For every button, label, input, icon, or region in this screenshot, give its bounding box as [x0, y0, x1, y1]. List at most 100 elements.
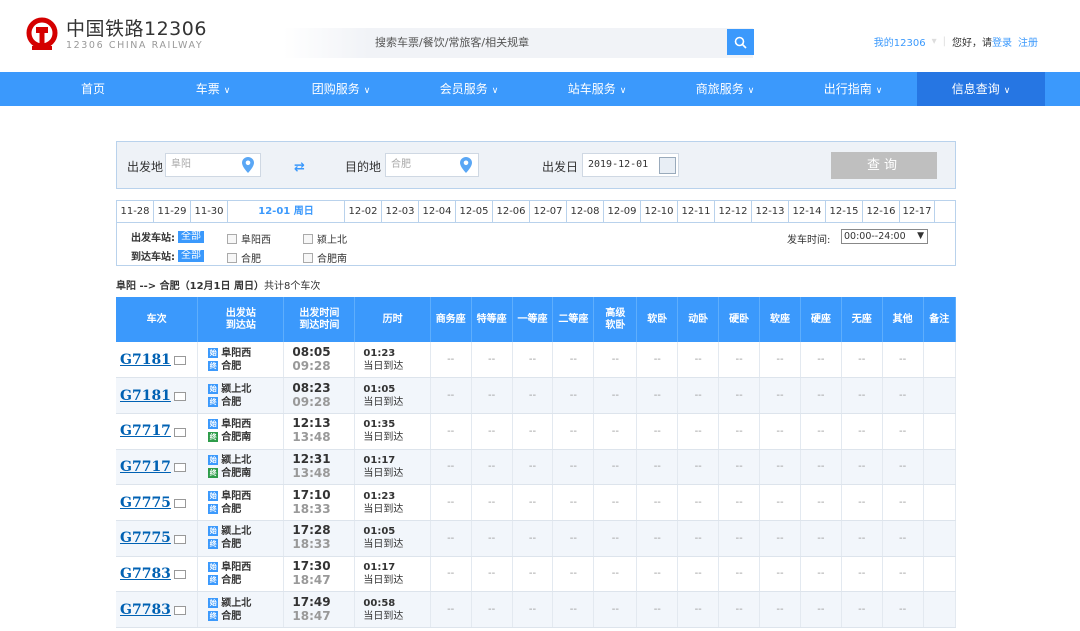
filter-option-from-1[interactable]: 颍上北 — [297, 231, 347, 246]
divider: | — [942, 36, 946, 47]
date-tab[interactable]: 12-07 — [530, 201, 567, 223]
option-label: 合肥南 — [317, 254, 347, 265]
date-tab[interactable]: 12-10 — [641, 201, 678, 223]
filter-option-from-0[interactable]: 阜阳西 — [221, 231, 271, 246]
checkbox[interactable] — [227, 252, 237, 263]
seat-cell: -- — [552, 449, 595, 486]
from-all-tag[interactable]: 全部 — [178, 230, 204, 243]
nav-item-tickets[interactable]: 车票 ∨ — [149, 72, 277, 106]
checkbox[interactable] — [303, 233, 313, 244]
seat-availability: -- — [447, 390, 455, 402]
arrival-day: 当日到达 — [363, 610, 404, 622]
seat-availability: -- — [487, 604, 496, 616]
duration: 01:23 — [363, 490, 396, 502]
seat-availability: -- — [447, 497, 455, 509]
arrival-day: 当日到达 — [363, 539, 404, 551]
train-number-cell: G7775 — [116, 484, 199, 521]
seat-cell: -- — [471, 556, 513, 593]
from-station-input[interactable]: 阜阳 — [165, 153, 261, 177]
nav-item-station[interactable]: 站车服务 ∨ — [533, 72, 661, 106]
date-tab[interactable]: 11-28 — [117, 201, 154, 223]
to-station-input[interactable]: 合肥 — [385, 153, 479, 177]
date-tab[interactable]: 12-02 — [345, 201, 382, 223]
checkbox[interactable] — [227, 233, 237, 244]
seat-availability: -- — [776, 497, 784, 509]
seat-availability: -- — [569, 604, 577, 616]
date-tab[interactable]: 12-14 — [789, 201, 826, 223]
arrival-day: 当日到达 — [363, 432, 404, 444]
arrival-day: 当日到达 — [363, 360, 404, 372]
train-number-link[interactable]: G7181 — [120, 388, 171, 404]
station-icon: 终 — [208, 574, 219, 585]
option-label: 阜阳西 — [241, 235, 271, 246]
register-link[interactable]: 注册 — [1018, 34, 1038, 49]
date-tab[interactable]: 12-13 — [752, 201, 789, 223]
date-tab[interactable]: 12-12 — [715, 201, 752, 223]
date-tab[interactable]: 12-09 — [604, 201, 641, 223]
seat-availability: -- — [817, 461, 825, 473]
nav-item-home[interactable]: 首页 — [29, 72, 157, 106]
filter-option-to-1[interactable]: 合肥南 — [297, 250, 347, 265]
date-tab[interactable]: 12-01 周日 — [228, 201, 345, 223]
train-number-link[interactable]: G7181 — [120, 352, 171, 368]
date-tab[interactable]: 12-15 — [826, 201, 863, 223]
column-header[interactable]: 历时 — [354, 297, 431, 342]
date-tab[interactable]: 12-03 — [382, 201, 419, 223]
seat-cell: -- — [636, 591, 679, 628]
to-all-tag[interactable]: 全部 — [178, 249, 204, 262]
nav-item-business[interactable]: 商旅服务 ∨ — [661, 72, 789, 106]
duration-cell: 01:23 当日到达 — [354, 484, 431, 521]
nav-item-guide[interactable]: 出行指南 ∨ — [789, 72, 917, 106]
seat-cell: -- — [593, 520, 638, 557]
seat-cell: -- — [430, 591, 472, 628]
train-number-link[interactable]: G7775 — [120, 495, 171, 511]
seat-cell: -- — [841, 556, 883, 593]
date-tab[interactable]: 12-06 — [493, 201, 530, 223]
duration: 00:58 — [363, 597, 396, 609]
calendar-icon[interactable] — [659, 157, 676, 174]
search-input[interactable] — [365, 29, 727, 55]
seat-availability: -- — [694, 425, 702, 437]
swap-icon[interactable]: ⇄ — [294, 160, 305, 175]
chevron-down-icon: ∨ — [619, 86, 627, 96]
seat-availability: -- — [447, 532, 455, 544]
seat-cell: -- — [759, 520, 801, 557]
date-tab[interactable]: 11-29 — [154, 201, 191, 223]
column-header[interactable]: 出发时间 到达时间 — [283, 297, 356, 342]
my-12306-link[interactable]: 我的12306 — [874, 34, 926, 49]
date-tab[interactable]: 12-04 — [419, 201, 456, 223]
seat-cell: -- — [593, 556, 638, 593]
train-number-link[interactable]: G7775 — [120, 530, 171, 546]
date-tab[interactable]: 12-11 — [678, 201, 715, 223]
nav-item-info[interactable]: 信息查询 ∨ — [917, 72, 1045, 106]
train-number-link[interactable]: G7783 — [120, 602, 171, 618]
station-icon: 始 — [208, 454, 219, 465]
filter-option-to-0[interactable]: 合肥 — [221, 250, 261, 265]
date-tab[interactable]: 12-05 — [456, 201, 493, 223]
seat-availability: -- — [817, 354, 825, 366]
nav-item-member[interactable]: 会员服务 ∨ — [405, 72, 533, 106]
seat-availability: -- — [611, 497, 619, 509]
date-tab[interactable]: 12-08 — [567, 201, 604, 223]
column-header: 软座 — [759, 297, 801, 342]
login-link[interactable]: 登录 — [992, 38, 1012, 49]
train-number-link[interactable]: G7783 — [120, 566, 171, 582]
seat-availability: -- — [899, 461, 907, 473]
nav-label: 车票 — [195, 82, 220, 96]
site-logo[interactable]: 中国铁路12306 12306 CHINA RAILWAY — [24, 17, 207, 53]
date-tab[interactable]: 12-17 — [900, 201, 935, 223]
train-number-link[interactable]: G7717 — [120, 423, 171, 439]
to-station: 合肥 — [221, 610, 242, 622]
seat-cell: -- — [430, 377, 472, 414]
date-tab[interactable]: 11-30 — [191, 201, 228, 223]
search-button[interactable] — [727, 29, 754, 55]
query-button[interactable]: 查询 — [831, 152, 937, 179]
column-header-label: 软座 — [769, 313, 790, 325]
departure-time-select[interactable]: 00:00--24:00 ▼ — [841, 229, 928, 244]
train-number-link[interactable]: G7717 — [120, 459, 171, 475]
checkbox[interactable] — [303, 252, 313, 263]
nav-item-group[interactable]: 团购服务 ∨ — [277, 72, 405, 106]
date-tab[interactable]: 12-16 — [863, 201, 900, 223]
seat-cell: -- — [882, 413, 924, 450]
station-icon: 终 — [208, 396, 219, 407]
